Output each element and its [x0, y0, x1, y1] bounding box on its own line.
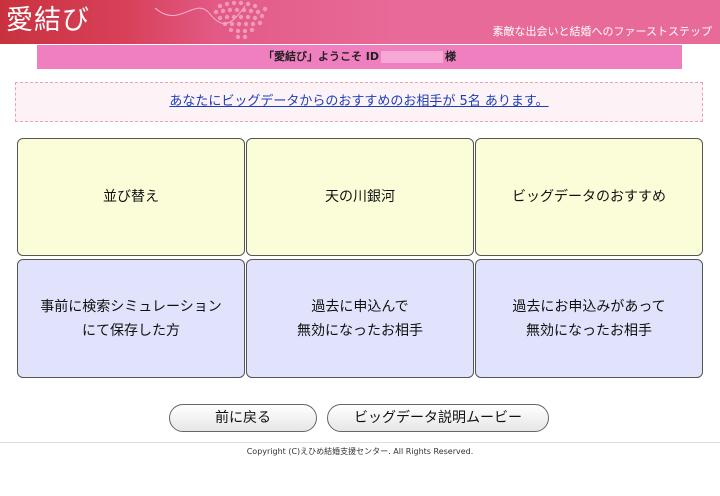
tile-label: 無効になったお相手 [297, 322, 423, 339]
tile-past-applied-invalid[interactable]: 過去に申込んで 無効になったお相手 [246, 259, 474, 378]
site-logo[interactable]: 愛結び [6, 3, 90, 39]
welcome-prefix: 「愛結び」ようこそ ID [262, 50, 380, 63]
welcome-bar: 「愛結び」ようこそ ID 様 [37, 45, 682, 69]
recommendation-link[interactable]: あなたにビッグデータからのおすすめのお相手が 5名 あります。 [169, 94, 548, 109]
tile-label: にて保存した方 [81, 322, 180, 339]
tile-label: 並び替え [103, 189, 159, 205]
tile-label: 無効になったお相手 [526, 322, 652, 339]
copyright-footer: Copyright (C)えひめ結婚支援センター. All Rights Res… [246, 447, 474, 456]
footer-divider [0, 442, 720, 443]
welcome-suffix: 様 [445, 50, 457, 63]
heart-dots-decoration [154, 0, 268, 40]
tile-label: 過去にお申込みがあって [512, 298, 666, 315]
site-header: 愛結び 素敵な出会いと結婚へのファーストステップ [0, 0, 720, 44]
tile-saved-simulation[interactable]: 事前に検索シミュレーション にて保存した方 [17, 259, 245, 378]
site-tagline: 素敵な出会いと結婚へのファーストステップ [492, 25, 712, 38]
tile-milky-way[interactable]: 天の川銀河 [246, 138, 474, 256]
user-id-masked [381, 51, 444, 63]
tile-past-received-invalid[interactable]: 過去にお申込みがあって 無効になったお相手 [475, 259, 703, 378]
tile-label: 事前に検索シミュレーション [40, 298, 222, 315]
tile-label: ビッグデータのおすすめ [512, 189, 666, 205]
tile-label: 天の川銀河 [325, 189, 395, 205]
recommendation-notice: あなたにビッグデータからのおすすめのお相手が 5名 あります。 [15, 82, 703, 122]
back-button[interactable]: 前に戻る [169, 404, 317, 432]
tile-sort[interactable]: 並び替え [17, 138, 245, 256]
bigdata-movie-button[interactable]: ビッグデータ説明ムービー [327, 404, 549, 432]
tile-bigdata-recommend[interactable]: ビッグデータのおすすめ [475, 138, 703, 256]
tile-label: 過去に申込んで [311, 298, 409, 315]
